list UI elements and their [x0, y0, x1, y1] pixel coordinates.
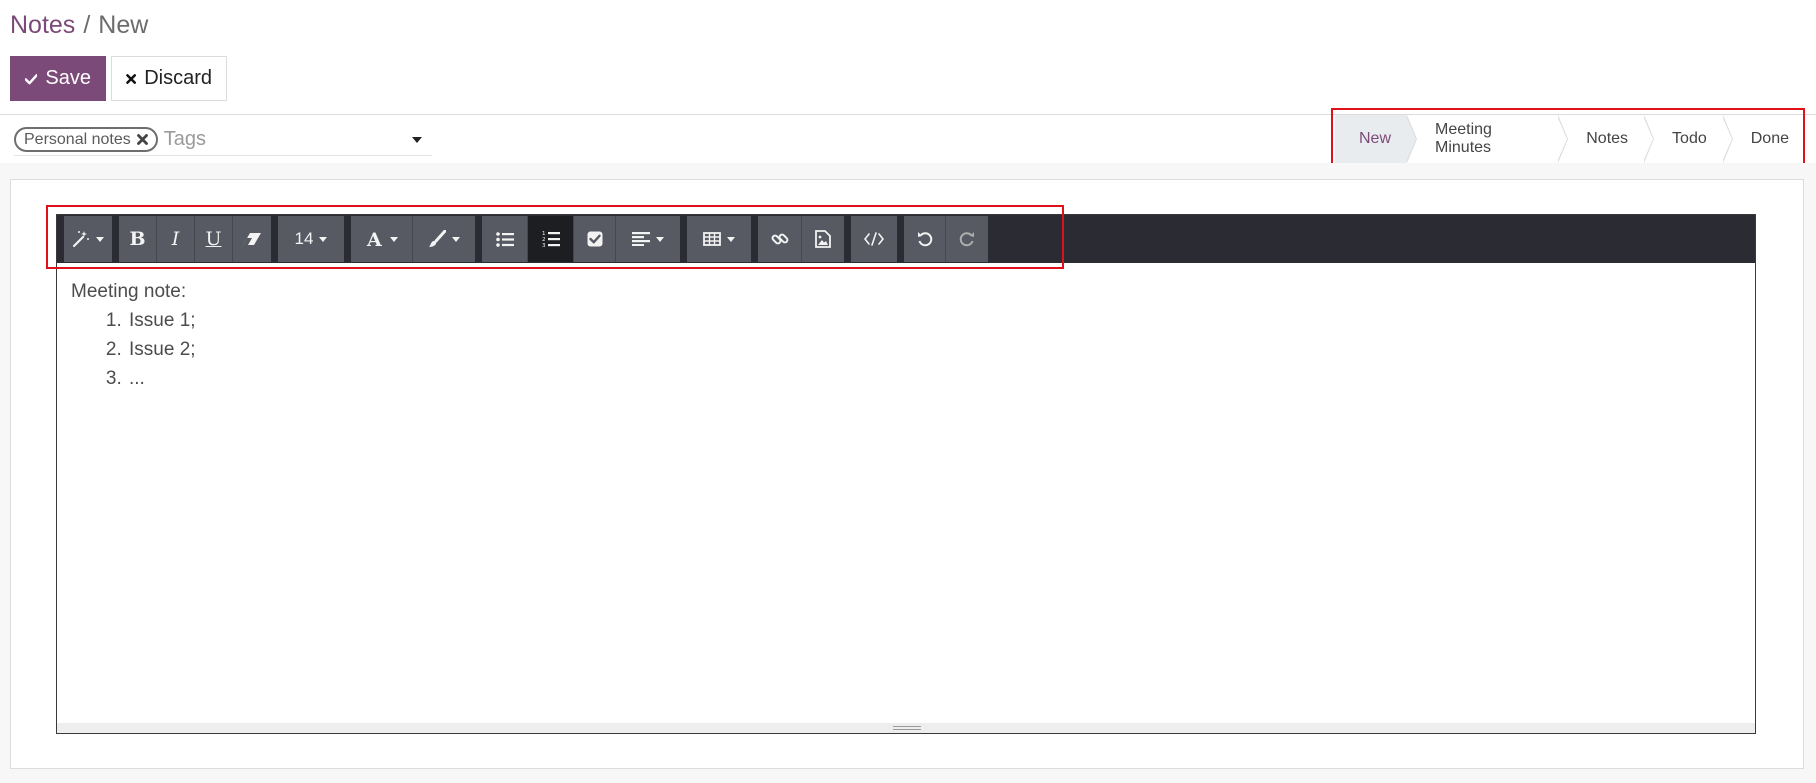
list-item: ...	[127, 364, 196, 393]
list-item: Issue 2;	[127, 335, 196, 364]
editor-content[interactable]: Meeting note: Issue 1; Issue 2; ...	[71, 277, 196, 393]
html-editor: B I U 14 A 1 2 3 Meeting note: 1. Issue …	[56, 214, 1756, 734]
close-icon	[126, 73, 136, 84]
grip-icon	[893, 726, 921, 730]
highlight-box-toolbar	[46, 205, 1064, 269]
note-heading: Meeting note:	[71, 281, 187, 302]
list-item: Issue 1;	[127, 306, 196, 335]
check-icon	[25, 73, 38, 84]
editor-resize-handle[interactable]	[57, 723, 1755, 733]
tags-field[interactable]: Personal notes	[14, 124, 432, 156]
chevron-down-icon[interactable]	[412, 137, 422, 143]
save-button[interactable]: Save	[10, 56, 106, 101]
save-label: Save	[45, 67, 91, 89]
tag-personal-notes: Personal notes	[14, 127, 158, 152]
stage-arrow	[1406, 115, 1418, 163]
breadcrumb-separator: /	[83, 11, 91, 39]
tag-label: Personal notes	[24, 130, 131, 148]
discard-label: Discard	[144, 67, 212, 89]
numbered-list: Issue 1; Issue 2; ...	[111, 306, 196, 393]
breadcrumb-current: New	[98, 11, 149, 39]
tags-input[interactable]	[163, 128, 404, 151]
discard-button[interactable]: Discard	[111, 56, 227, 101]
tag-remove-icon[interactable]	[136, 134, 148, 145]
stage-arrow	[1557, 115, 1569, 163]
stage-arrow	[1643, 115, 1655, 163]
breadcrumb-notes-link[interactable]: Notes	[10, 11, 75, 39]
breadcrumb: Notes / New	[10, 10, 148, 40]
stage-arrow	[1721, 115, 1733, 163]
